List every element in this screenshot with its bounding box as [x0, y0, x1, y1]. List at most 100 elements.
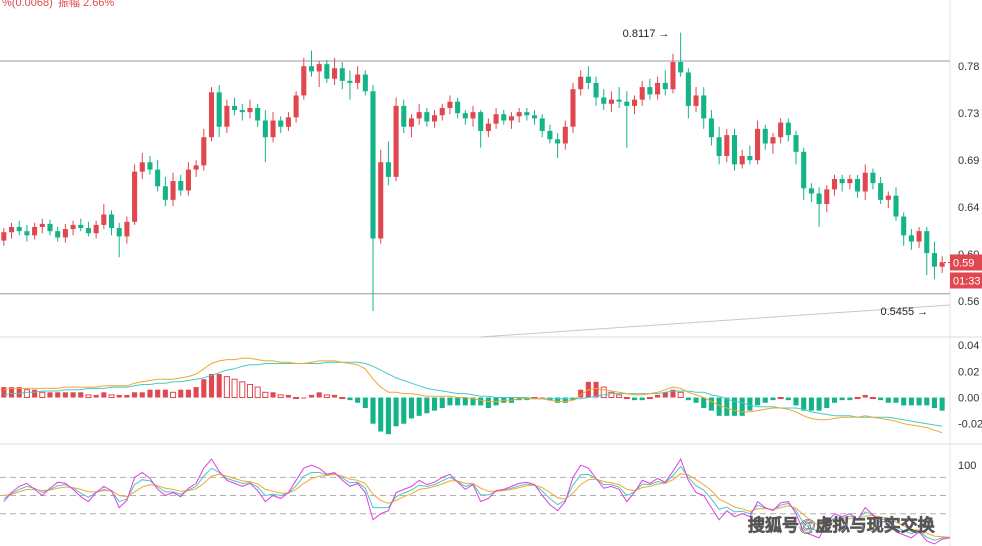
macd-histogram-bar: [455, 397, 461, 406]
candle-body: [32, 226, 38, 236]
candle-body: [624, 101, 630, 106]
candle-body: [731, 135, 738, 165]
macd-histogram-bar: [639, 397, 645, 401]
macd-histogram-bar: [747, 397, 753, 411]
macd-histogram-bar: [755, 397, 761, 406]
candle-body: [301, 66, 307, 96]
candle-body: [62, 229, 68, 238]
macd-histogram-bar: [424, 397, 430, 414]
candle-body: [216, 92, 222, 127]
macd-histogram-bar: [716, 397, 722, 416]
macd-histogram-bar: [32, 389, 38, 398]
candle-body: [816, 193, 822, 205]
macd-histogram-bar: [246, 383, 253, 399]
macd-histogram-bar: [85, 394, 92, 399]
candle-body: [339, 68, 345, 81]
candle-body: [24, 231, 30, 236]
candle-body: [224, 105, 230, 127]
candle-body: [316, 64, 322, 72]
candle-body: [455, 101, 461, 114]
macd-histogram-bar: [393, 397, 399, 427]
candle-body: [924, 231, 930, 254]
macd-histogram-bar: [170, 391, 177, 399]
macd-histogram-bar: [339, 397, 346, 400]
macd-tick-label: -0.02: [958, 419, 982, 431]
candle-body: [362, 74, 368, 92]
candle-body: [916, 231, 922, 242]
macd-histogram-bar: [447, 397, 453, 406]
candle-body: [839, 178, 845, 184]
macd-histogram-bar: [862, 394, 868, 398]
macd-histogram-bar: [147, 389, 153, 398]
candle-body: [539, 118, 545, 131]
price-tick-label: 0.56: [958, 296, 979, 308]
macd-histogram-bar: [39, 391, 46, 399]
candle-body: [670, 62, 676, 90]
price-tick-label: 0.78: [958, 61, 979, 73]
macd-histogram-bar: [155, 389, 161, 398]
macd-histogram-bar: [355, 397, 361, 403]
candle-body: [531, 115, 538, 119]
current-price-value: 0.59: [953, 257, 974, 269]
candle-body: [70, 224, 76, 230]
macd-histogram-bar: [847, 397, 853, 401]
candle-body: [655, 82, 661, 95]
macd-histogram-bar: [1, 387, 7, 398]
candle-body: [824, 189, 830, 205]
macd-histogram-bar: [478, 397, 484, 406]
macd-histogram-bar: [724, 397, 730, 416]
candle-body: [132, 171, 138, 222]
macd-histogram-bar: [332, 394, 338, 398]
candle-body: [93, 224, 99, 234]
candle-body: [516, 112, 522, 117]
candle-body: [485, 123, 491, 131]
candle-body: [432, 115, 438, 122]
candle-body: [347, 80, 353, 83]
macd-histogram-bar: [208, 374, 215, 398]
candle-body: [162, 186, 168, 200]
candle-body: [493, 114, 499, 124]
macd-histogram-bar: [201, 379, 207, 398]
countdown-value: 01:33: [953, 275, 981, 287]
candle-body: [232, 105, 238, 111]
macd-histogram-bar: [178, 389, 184, 398]
macd-histogram-bar: [216, 374, 222, 398]
candle-body: [508, 116, 514, 121]
high-price-label: 0.8117 →: [623, 28, 670, 40]
candle-body: [678, 62, 684, 73]
candle-body: [201, 137, 207, 166]
candle-body: [278, 120, 284, 127]
macd-histogram-bar: [62, 392, 68, 398]
macd-histogram-bar: [47, 392, 53, 398]
candle-body: [716, 137, 722, 156]
candle-body: [770, 137, 776, 144]
candle-body: [170, 181, 176, 200]
macd-histogram-bar: [893, 397, 899, 403]
candle-body: [285, 117, 291, 127]
candle-body: [547, 130, 553, 140]
candle-body: [208, 92, 215, 138]
candle-body: [408, 118, 415, 127]
macd-tick-label: 0.04: [958, 340, 979, 352]
macd-histogram-bar: [831, 397, 838, 403]
candle-body: [501, 114, 507, 121]
candle-body: [939, 262, 945, 267]
candle-body: [908, 235, 914, 242]
macd-histogram-bar: [701, 397, 707, 408]
candle-body: [193, 165, 199, 170]
macd-tick-label: 0.02: [958, 366, 979, 378]
candle-body: [885, 195, 891, 200]
candle-body: [878, 183, 884, 200]
macd-tick-label: 0.00: [958, 393, 979, 405]
candle-body: [555, 139, 561, 144]
macd-histogram-bar: [262, 391, 269, 399]
macd-histogram-bar: [55, 392, 61, 398]
candle-body: [108, 214, 115, 229]
trading-chart[interactable]: %(0.0068) 振幅 2.66% 0.780.730.690.640.600…: [0, 0, 982, 546]
candle-body: [439, 107, 445, 116]
candle-body: [324, 64, 330, 79]
candle-body: [662, 82, 668, 90]
macd-histogram-bar: [185, 389, 191, 398]
macd-histogram-bar: [323, 394, 330, 399]
macd-histogram-bar: [401, 397, 407, 424]
